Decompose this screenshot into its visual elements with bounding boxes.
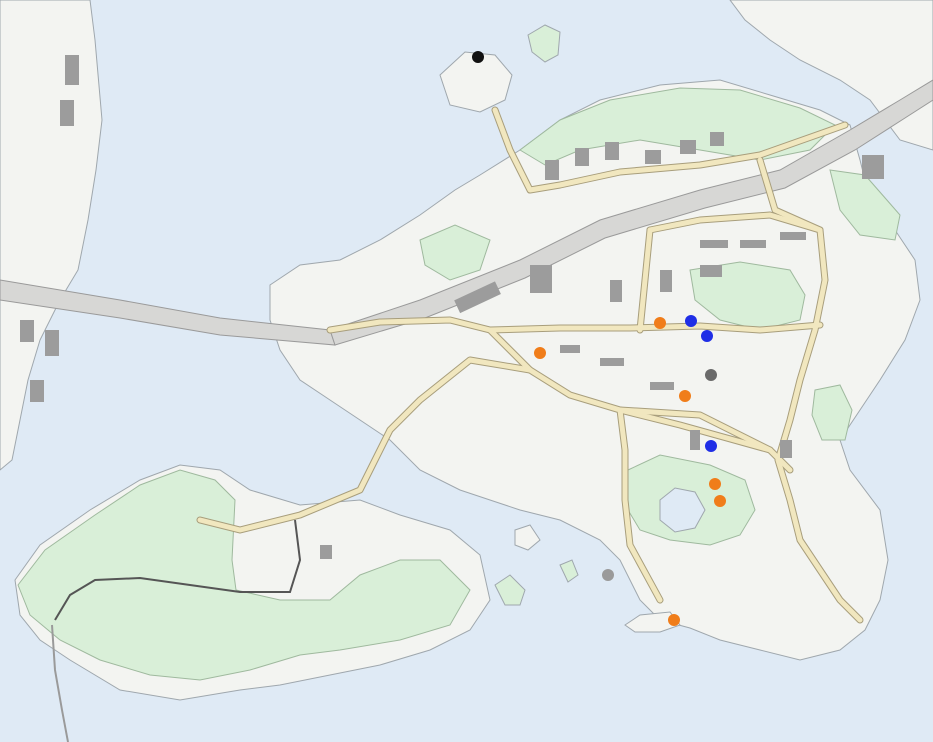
marker-orange[interactable] xyxy=(654,317,666,329)
map-view[interactable] xyxy=(0,0,933,742)
marker-blue[interactable] xyxy=(701,330,713,342)
marker-orange[interactable] xyxy=(709,478,721,490)
marker-black[interactable] xyxy=(472,51,484,63)
marker-orange[interactable] xyxy=(714,495,726,507)
marker-orange[interactable] xyxy=(668,614,680,626)
marker-orange[interactable] xyxy=(534,347,546,359)
marker-gray[interactable] xyxy=(705,369,717,381)
marker-blue[interactable] xyxy=(685,315,697,327)
marker-blue[interactable] xyxy=(705,440,717,452)
map-canvas[interactable] xyxy=(0,0,933,742)
marker-gray[interactable] xyxy=(602,569,614,581)
marker-orange[interactable] xyxy=(679,390,691,402)
